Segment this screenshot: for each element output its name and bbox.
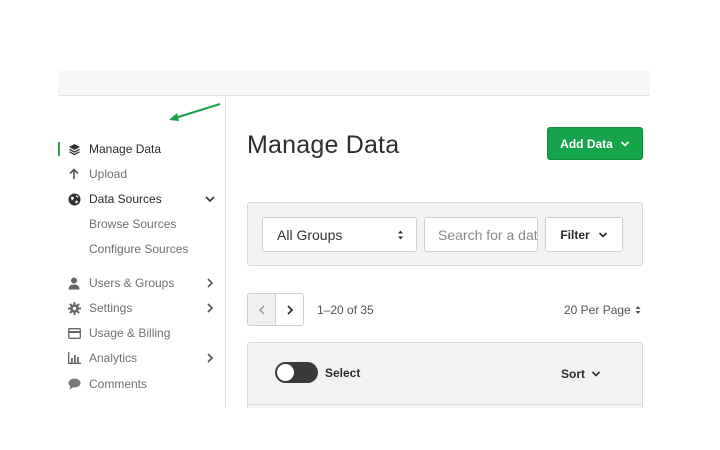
top-bar	[58, 71, 650, 96]
sidebar-item-analytics[interactable]: Analytics	[58, 346, 225, 370]
toggle-knob	[277, 364, 294, 381]
filter-button[interactable]: Filter	[545, 217, 623, 252]
per-page-value: 20 Per Page	[564, 303, 631, 317]
select-toggle[interactable]	[275, 362, 318, 383]
main-content: Manage Data Add Data All Groups Filter	[226, 97, 650, 408]
sidebar-item-label: Data Sources	[89, 192, 162, 206]
sidebar-item-label: Configure Sources	[89, 242, 189, 256]
sidebar-item-label: Upload	[89, 167, 128, 181]
sidebar-item-label: Users & Groups	[89, 276, 175, 290]
per-page-select[interactable]: 20 Per Page	[564, 303, 641, 317]
chevron-right-icon	[204, 276, 216, 290]
pager	[247, 293, 304, 326]
sidebar-item-manage-data[interactable]: Manage Data	[58, 137, 225, 161]
sidebar-item-upload[interactable]: Upload	[58, 162, 225, 186]
pagination-range: 1–20 of 35	[317, 303, 374, 317]
sidebar-item-label: Analytics	[89, 351, 138, 365]
group-select-value: All Groups	[277, 226, 343, 243]
sort-updown-icon	[397, 228, 404, 244]
add-data-button[interactable]: Add Data	[547, 127, 643, 160]
sort-button[interactable]: Sort	[561, 367, 601, 381]
select-label: Select	[325, 366, 361, 380]
chevron-down-icon	[620, 137, 630, 151]
next-page-button[interactable]	[276, 294, 303, 325]
chevron-right-icon	[204, 301, 216, 315]
gear-icon	[67, 301, 81, 315]
sidebar-subitem-configure-sources[interactable]: Configure Sources	[58, 237, 225, 261]
list-divider	[248, 404, 642, 405]
sort-updown-icon	[635, 306, 641, 314]
globe-icon	[67, 192, 81, 206]
app-frame: Manage Data Upload Data Sources Browse S…	[58, 71, 650, 408]
chevron-right-icon	[204, 351, 216, 365]
chevron-down-icon	[204, 192, 216, 206]
chevron-down-icon	[591, 371, 601, 377]
filter-panel: All Groups Filter	[247, 202, 643, 266]
sidebar-item-settings[interactable]: Settings	[58, 296, 225, 320]
filter-button-label: Filter	[560, 227, 590, 242]
add-data-label: Add Data	[560, 136, 613, 151]
chevron-left-icon	[258, 304, 265, 315]
page-title: Manage Data	[247, 131, 400, 159]
dataset-list-panel: Select Sort	[247, 342, 643, 408]
sidebar-item-usage-billing[interactable]: Usage & Billing	[58, 321, 225, 345]
sidebar-item-users-groups[interactable]: Users & Groups	[58, 271, 225, 295]
sidebar-item-label: Settings	[89, 301, 133, 315]
annotation-arrow-icon	[169, 103, 221, 121]
search-input[interactable]	[424, 217, 538, 252]
previous-page-button[interactable]	[248, 294, 276, 325]
user-icon	[67, 276, 81, 290]
sidebar-subitem-browse-sources[interactable]: Browse Sources	[58, 212, 225, 236]
bar-chart-icon	[67, 351, 81, 365]
comment-icon	[67, 377, 81, 391]
group-select[interactable]: All Groups	[262, 217, 417, 252]
sidebar-item-data-sources[interactable]: Data Sources	[58, 187, 225, 211]
layers-icon	[67, 142, 81, 156]
chevron-down-icon	[598, 228, 608, 242]
chevron-right-icon	[287, 304, 294, 315]
sidebar-item-label: Usage & Billing	[89, 326, 171, 340]
credit-card-icon	[67, 326, 81, 340]
sidebar-item-label: Manage Data	[89, 142, 162, 156]
sidebar: Manage Data Upload Data Sources Browse S…	[58, 97, 226, 408]
sidebar-item-comments[interactable]: Comments	[58, 372, 225, 396]
sort-label: Sort	[561, 367, 585, 381]
arrow-up-icon	[67, 167, 81, 181]
sidebar-item-label: Browse Sources	[89, 217, 177, 231]
sidebar-item-label: Comments	[89, 377, 148, 391]
